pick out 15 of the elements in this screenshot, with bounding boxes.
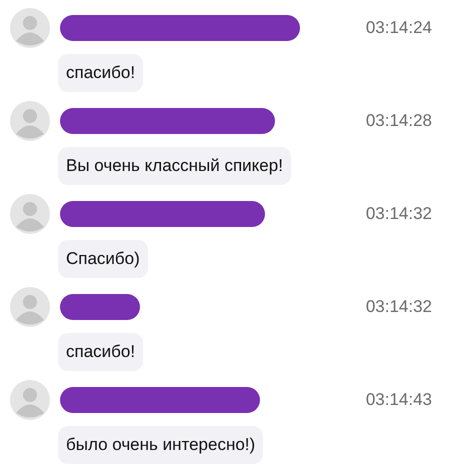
message-bubble: было очень интересно!) xyxy=(58,426,264,464)
avatar-icon xyxy=(10,380,50,420)
message-bubble: Спасибо) xyxy=(58,240,148,278)
message-bubble: Вы очень классный спикер! xyxy=(58,147,291,184)
avatar-icon xyxy=(10,287,50,327)
message-time: 03:14:32 xyxy=(366,296,432,318)
message-time: 03:14:32 xyxy=(366,203,432,226)
message-time: 03:14:43 xyxy=(366,389,432,412)
message-time: 03:14:28 xyxy=(366,110,432,132)
message-bubble: спасибо! xyxy=(58,333,144,370)
avatar-icon xyxy=(10,194,50,234)
message-time: 03:14:24 xyxy=(366,17,432,40)
avatar-icon xyxy=(10,8,50,48)
avatar-icon xyxy=(10,101,50,141)
message-bubble: спасибо! xyxy=(58,54,144,92)
